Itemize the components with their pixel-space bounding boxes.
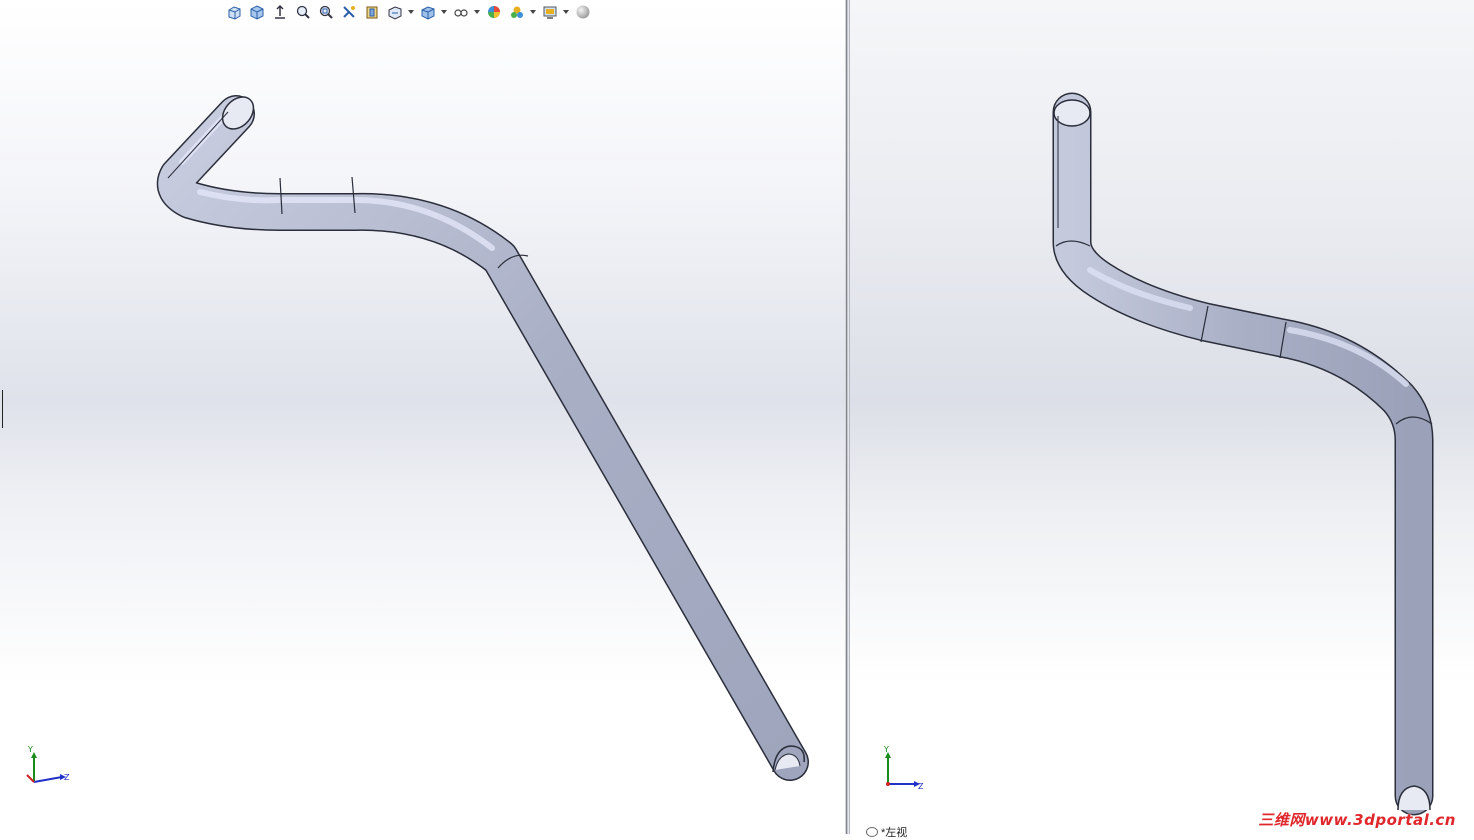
- watermark-text: 三维网www.3dportal.cn: [1258, 811, 1456, 829]
- display-style-icon[interactable]: [384, 2, 405, 22]
- chevron-down-icon[interactable]: [440, 2, 448, 22]
- zoom-to-area-icon[interactable]: [315, 2, 336, 22]
- view-name-label: *左视: [866, 824, 907, 840]
- zoom-to-fit-icon[interactable]: [292, 2, 313, 22]
- view-orientation-icon[interactable]: [223, 2, 244, 22]
- coordinate-triad: Y Z: [883, 745, 924, 791]
- pipe-model-isometric[interactable]: [0, 0, 845, 834]
- pipe-open-end: [1053, 99, 1091, 127]
- pipe-body: [1054, 94, 1432, 814]
- left-graphics-viewport[interactable]: Y Z: [0, 0, 845, 834]
- edit-appearance-icon[interactable]: [483, 2, 504, 22]
- coordinate-triad: Y Z: [26, 745, 70, 783]
- triad-y-label: Y: [27, 745, 33, 754]
- triad-z-label: Z: [64, 773, 70, 782]
- chevron-down-icon[interactable]: [407, 2, 415, 22]
- pipe-body: [158, 96, 808, 780]
- window-edge-marker: [0, 390, 3, 428]
- right-graphics-viewport[interactable]: Y Z: [850, 0, 1474, 834]
- chevron-down-icon[interactable]: [473, 2, 481, 22]
- view-name-text: *左视: [881, 827, 908, 839]
- glasses-icon[interactable]: [450, 2, 471, 22]
- normal-to-icon[interactable]: [246, 2, 267, 22]
- chevron-down-icon[interactable]: [562, 2, 570, 22]
- view-settings-icon[interactable]: [539, 2, 560, 22]
- heads-up-view-toolbar: [223, 2, 593, 22]
- realview-sphere-icon[interactable]: [572, 2, 593, 22]
- triad-z-label: Z: [918, 782, 924, 791]
- view-selector-icon[interactable]: [361, 2, 382, 22]
- previous-view-icon[interactable]: [269, 2, 290, 22]
- section-view-icon[interactable]: [338, 2, 359, 22]
- pipe-model-left-view[interactable]: [850, 0, 1474, 834]
- pipe-outline: [1052, 92, 1434, 816]
- chevron-down-icon[interactable]: [529, 2, 537, 22]
- apply-scene-icon[interactable]: [506, 2, 527, 22]
- eye-icon: [866, 827, 878, 837]
- hide-show-items-icon[interactable]: [417, 2, 438, 22]
- triad-y-label: Y: [883, 745, 889, 754]
